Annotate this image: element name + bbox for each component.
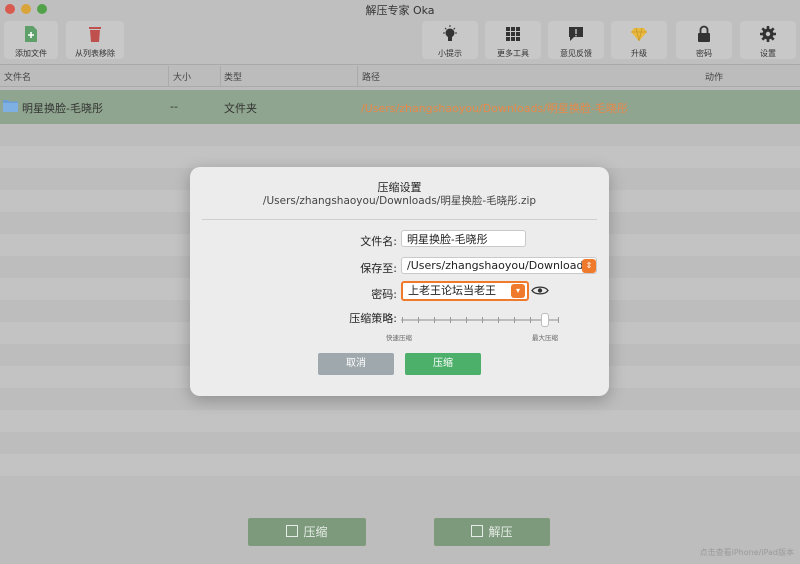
column-divider [357,66,358,86]
eye-icon[interactable] [531,285,549,296]
slider-tick [482,317,483,323]
remove-from-list-label: 从列表移除 [75,49,115,58]
table-row-empty [0,454,800,476]
bottom-compress-button[interactable]: 压缩 [248,518,366,546]
slider-tick [466,317,467,323]
save-to-value: /Users/zhangshaoyou/Downloads [407,259,590,272]
speech-bubble-icon [569,27,583,41]
row-name: 明星换脸-毛晓彤 [22,102,103,115]
slider-tick [530,317,531,323]
diamond-icon [631,27,647,42]
table-row-empty [0,146,800,168]
bottom-extract-button[interactable]: 解压 [434,518,550,546]
slider-tick [514,317,515,323]
compression-slider-knob[interactable] [541,313,549,327]
row-path: /Users/zhangshaoyou/Downloads/明星换脸-毛晓彤 [361,102,628,115]
remove-from-list-button[interactable]: 从列表移除 [66,21,124,59]
compression-slider-track[interactable] [401,319,559,321]
save-to-select[interactable]: /Users/zhangshaoyou/Downloads [401,257,597,274]
slider-tick [402,317,403,323]
feedback-button[interactable]: 意见反馈 [548,21,604,59]
more-tools-button[interactable]: 更多工具 [485,21,541,59]
settings-button[interactable]: 设置 [740,21,796,59]
upgrade-label: 升级 [631,49,647,58]
cancel-button[interactable]: 取消 [318,353,394,375]
password-input[interactable]: 上老王论坛当老王 [401,281,529,301]
feedback-label: 意见反馈 [560,49,592,58]
slider-tick [434,317,435,323]
filename-label: 文件名: [360,235,397,248]
ios-version-link[interactable]: 点击查看iPhone/iPad版本 [700,547,794,558]
tips-button[interactable]: 小提示 [422,21,478,59]
grid-icon [506,27,520,41]
add-file-label: 添加文件 [15,49,47,58]
column-divider [220,66,221,86]
column-divider [168,66,169,86]
upgrade-button[interactable]: 升级 [611,21,667,59]
row-size: -- [170,100,178,113]
archive-icon [471,525,484,537]
slider-tick [558,317,559,323]
max-compress-label: 最大压缩 [532,334,558,342]
column-header-name[interactable]: 文件名 [4,70,31,83]
bottom-compress-label: 压缩 [303,525,328,539]
tips-label: 小提示 [438,49,462,58]
folder-icon [3,100,18,112]
password-field-label: 密码: [371,288,397,301]
table-header: 文件名 大小 类型 路径 动作 [0,66,800,87]
archive-icon [286,525,299,537]
more-tools-label: 更多工具 [497,49,529,58]
row-type: 文件夹 [224,102,257,115]
save-to-label: 保存至: [360,262,397,275]
column-header-type[interactable]: 类型 [224,70,242,83]
lock-icon [698,25,710,42]
table-row-empty [0,410,800,432]
strategy-label: 压缩策略: [349,312,397,325]
lightbulb-icon [443,25,457,41]
add-file-icon [25,26,37,42]
password-button[interactable]: 密码 [676,21,732,59]
column-header-path[interactable]: 路径 [362,70,380,83]
up-down-arrows-icon[interactable]: ⇕ [582,259,596,273]
table-row[interactable]: 明星换脸-毛晓彤 -- 文件夹 /Users/zhangshaoyou/Down… [0,90,800,124]
add-file-button[interactable]: 添加文件 [4,21,58,59]
slider-tick [418,317,419,323]
slider-tick [450,317,451,323]
filename-input[interactable] [401,230,526,247]
trash-icon [89,27,101,42]
fast-compress-label: 快速压缩 [386,334,412,342]
column-header-action: 动作 [705,73,724,83]
bottom-extract-label: 解压 [488,525,513,539]
dialog-subtitle: /Users/zhangshaoyou/Downloads/明星换脸-毛晓彤.z… [262,195,537,207]
password-label: 密码 [696,49,712,58]
compression-settings-dialog: 压缩设置 /Users/zhangshaoyou/Downloads/明星换脸-… [190,167,609,396]
divider [202,219,597,220]
chevron-down-icon[interactable]: ▾ [511,284,525,298]
slider-tick [498,317,499,323]
column-header-size[interactable]: 大小 [173,70,191,83]
settings-label: 设置 [760,49,776,58]
window-title: 解压专家 Oka [365,4,435,17]
compress-button[interactable]: 压缩 [405,353,481,375]
password-value: 上老王论坛当老王 [408,284,496,297]
gear-icon [760,26,776,42]
